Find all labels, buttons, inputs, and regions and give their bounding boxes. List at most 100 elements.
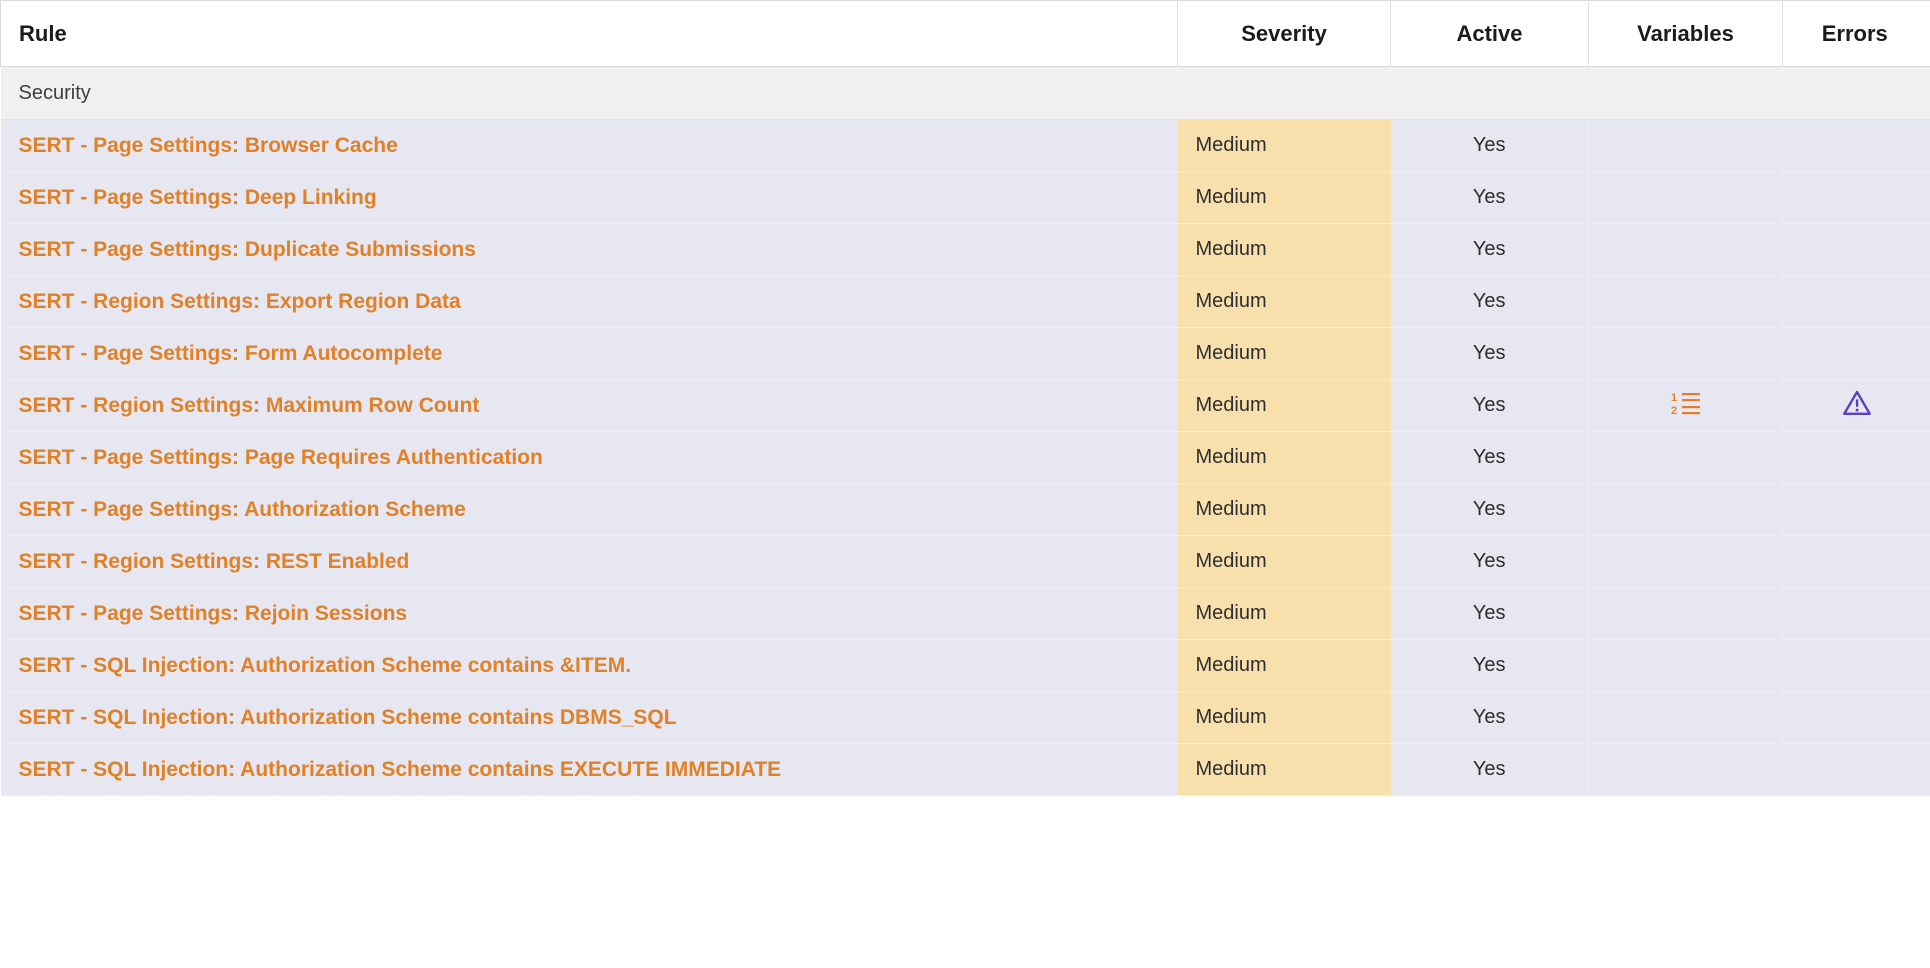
cell-errors (1782, 379, 1930, 432)
cell-variables (1588, 223, 1783, 276)
cell-rule: SERT - Region Settings: REST Enabled (0, 535, 1178, 588)
cell-active: Yes (1390, 535, 1589, 588)
rule-link[interactable]: SERT - SQL Injection: Authorization Sche… (19, 654, 632, 677)
cell-variables (1588, 327, 1783, 380)
cell-severity: Medium (1177, 743, 1391, 796)
group-row-label: Security (0, 66, 1930, 120)
table-row[interactable]: SERT - SQL Injection: Authorization Sche… (0, 691, 1930, 744)
rule-link[interactable]: SERT - Page Settings: Duplicate Submissi… (19, 238, 476, 261)
cell-rule: SERT - Page Settings: Authorization Sche… (0, 483, 1178, 536)
table-row[interactable]: SERT - Page Settings: Duplicate Submissi… (0, 223, 1930, 276)
cell-rule: SERT - Page Settings: Rejoin Sessions (0, 587, 1178, 640)
cell-active: Yes (1390, 431, 1589, 484)
numbered-list-icon[interactable]: 12 (1671, 390, 1701, 416)
cell-rule: SERT - SQL Injection: Authorization Sche… (0, 743, 1178, 796)
cell-variables (1588, 275, 1783, 328)
table-row[interactable]: SERT - Page Settings: Page Requires Auth… (0, 431, 1930, 484)
table-row[interactable]: SERT - Region Settings: Maximum Row Coun… (0, 379, 1930, 432)
cell-errors (1782, 483, 1930, 536)
rule-link[interactable]: SERT - Region Settings: REST Enabled (19, 550, 410, 573)
cell-errors (1782, 223, 1930, 276)
cell-variables: 12 (1588, 379, 1783, 432)
cell-severity: Medium (1177, 223, 1391, 276)
cell-rule: SERT - Region Settings: Export Region Da… (0, 275, 1178, 328)
cell-rule: SERT - Page Settings: Page Requires Auth… (0, 431, 1178, 484)
rule-link[interactable]: SERT - Region Settings: Maximum Row Coun… (19, 394, 480, 417)
cell-errors (1782, 327, 1930, 380)
cell-errors (1782, 119, 1930, 172)
cell-errors (1782, 431, 1930, 484)
cell-variables (1588, 743, 1783, 796)
cell-errors (1782, 639, 1930, 692)
column-header-variables[interactable]: Variables (1588, 0, 1783, 67)
group-row-security: Security (0, 66, 1930, 120)
rule-link[interactable]: SERT - Page Settings: Browser Cache (19, 134, 398, 157)
svg-text:1: 1 (1671, 392, 1677, 404)
cell-rule: SERT - Page Settings: Browser Cache (0, 119, 1178, 172)
cell-variables (1588, 587, 1783, 640)
cell-variables (1588, 483, 1783, 536)
table-row[interactable]: SERT - Page Settings: Rejoin Sessions Med… (0, 587, 1930, 640)
cell-active: Yes (1390, 483, 1589, 536)
cell-active: Yes (1390, 587, 1589, 640)
table-row[interactable]: SERT - Region Settings: REST Enabled Medi… (0, 535, 1930, 588)
cell-variables (1588, 639, 1783, 692)
rule-link[interactable]: SERT - Page Settings: Form Autocomplete (19, 342, 443, 365)
cell-variables (1588, 119, 1783, 172)
cell-errors (1782, 171, 1930, 224)
cell-rule: SERT - SQL Injection: Authorization Sche… (0, 691, 1178, 744)
table-row[interactable]: SERT - SQL Injection: Authorization Sche… (0, 639, 1930, 692)
cell-active: Yes (1390, 223, 1589, 276)
rule-link[interactable]: SERT - Region Settings: Export Region Da… (19, 290, 461, 313)
cell-variables (1588, 431, 1783, 484)
cell-active: Yes (1390, 171, 1589, 224)
cell-active: Yes (1390, 275, 1589, 328)
column-header-rule[interactable]: Rule (0, 0, 1178, 67)
cell-active: Yes (1390, 743, 1589, 796)
cell-active: Yes (1390, 639, 1589, 692)
column-header-active[interactable]: Active (1390, 0, 1589, 67)
column-header-severity[interactable]: Severity (1177, 0, 1391, 67)
cell-rule: SERT - Page Settings: Form Autocomplete (0, 327, 1178, 380)
rules-table: Rule Severity Active Variables Errors Se… (0, 0, 1930, 796)
cell-errors (1782, 743, 1930, 796)
cell-errors (1782, 587, 1930, 640)
rule-link[interactable]: SERT - SQL Injection: Authorization Sche… (19, 758, 782, 781)
table-body: Security SERT - Page Settings: Browser C… (0, 66, 1930, 796)
rule-link[interactable]: SERT - Page Settings: Page Requires Auth… (19, 446, 543, 469)
cell-active: Yes (1390, 379, 1589, 432)
table-row[interactable]: SERT - Page Settings: Authorization Sche… (0, 483, 1930, 536)
cell-errors (1782, 275, 1930, 328)
rule-link[interactable]: SERT - Page Settings: Deep Linking (19, 186, 377, 209)
cell-variables (1588, 691, 1783, 744)
cell-active: Yes (1390, 691, 1589, 744)
cell-errors (1782, 535, 1930, 588)
cell-severity: Medium (1177, 691, 1391, 744)
warning-triangle-icon[interactable] (1842, 389, 1872, 417)
rule-link[interactable]: SERT - Page Settings: Authorization Sche… (19, 498, 466, 521)
cell-variables (1588, 171, 1783, 224)
cell-severity: Medium (1177, 535, 1391, 588)
svg-text:2: 2 (1671, 405, 1677, 416)
column-header-errors[interactable]: Errors (1782, 0, 1930, 67)
cell-rule: SERT - SQL Injection: Authorization Sche… (0, 639, 1178, 692)
table-row[interactable]: SERT - Region Settings: Export Region Da… (0, 275, 1930, 328)
cell-active: Yes (1390, 119, 1589, 172)
table-row[interactable]: SERT - SQL Injection: Authorization Sche… (0, 743, 1930, 796)
cell-rule: SERT - Page Settings: Duplicate Submissi… (0, 223, 1178, 276)
cell-rule: SERT - Region Settings: Maximum Row Coun… (0, 379, 1178, 432)
table-header: Rule Severity Active Variables Errors (0, 0, 1930, 67)
cell-severity: Medium (1177, 431, 1391, 484)
table-row[interactable]: SERT - Page Settings: Deep Linking Medium… (0, 171, 1930, 224)
cell-severity: Medium (1177, 327, 1391, 380)
cell-severity: Medium (1177, 587, 1391, 640)
cell-severity: Medium (1177, 171, 1391, 224)
cell-variables (1588, 535, 1783, 588)
table-row[interactable]: SERT - Page Settings: Browser Cache Mediu… (0, 119, 1930, 172)
cell-severity: Medium (1177, 275, 1391, 328)
rule-link[interactable]: SERT - SQL Injection: Authorization Sche… (19, 706, 677, 729)
table-header-row: Rule Severity Active Variables Errors (0, 0, 1930, 67)
cell-severity: Medium (1177, 379, 1391, 432)
table-row[interactable]: SERT - Page Settings: Form Autocomplete M… (0, 327, 1930, 380)
rule-link[interactable]: SERT - Page Settings: Rejoin Sessions (19, 602, 408, 625)
